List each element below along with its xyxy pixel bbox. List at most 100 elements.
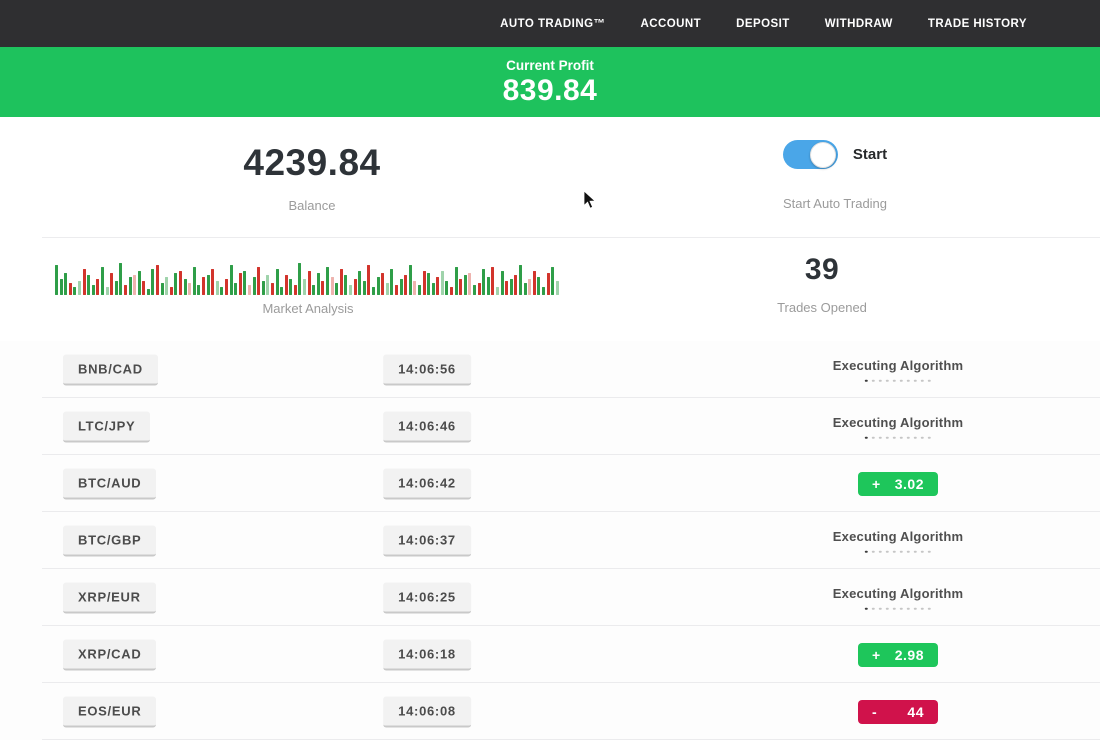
progress-dot xyxy=(886,607,889,610)
pair-chip[interactable]: BNB/CAD xyxy=(63,354,158,385)
trades-opened-value: 39 xyxy=(672,253,972,287)
progress-dot xyxy=(921,607,924,610)
pair-chip[interactable]: BTC/AUD xyxy=(63,468,156,499)
market-bar xyxy=(514,275,517,295)
market-bar xyxy=(69,283,72,295)
market-bar xyxy=(386,283,389,295)
progress-dot xyxy=(921,550,924,553)
progress-dots xyxy=(833,379,963,382)
market-bar xyxy=(174,273,177,295)
market-bar xyxy=(321,281,324,295)
progress-dot xyxy=(914,550,917,553)
balance-value: 4239.84 xyxy=(112,142,512,184)
badge-sign: - xyxy=(872,704,877,720)
time-chip[interactable]: 14:06:18 xyxy=(383,639,471,670)
progress-dot xyxy=(914,607,917,610)
market-bar xyxy=(115,281,118,295)
progress-dot xyxy=(893,436,896,439)
time-chip[interactable]: 14:06:25 xyxy=(383,582,471,613)
trades-opened-block: 39 Trades Opened xyxy=(672,253,972,315)
market-bar xyxy=(331,277,334,295)
market-bar xyxy=(211,269,214,295)
app-screen: AUTO TRADING™ ACCOUNT DEPOSIT WITHDRAW TRADE… xyxy=(0,0,1100,742)
market-bar xyxy=(156,265,159,295)
status-cell: Executing Algorithm xyxy=(833,414,963,439)
market-bar xyxy=(340,269,343,295)
executing-algorithm-label: Executing Algorithm xyxy=(833,357,963,372)
nav-item-withdraw[interactable]: WITHDRAW xyxy=(825,18,893,30)
market-bar xyxy=(151,269,154,295)
market-bar xyxy=(73,287,76,295)
market-bar xyxy=(349,285,352,295)
market-bar xyxy=(276,269,279,295)
executing-algorithm-label: Executing Algorithm xyxy=(833,528,963,543)
market-bar xyxy=(101,267,104,295)
progress-dot xyxy=(893,607,896,610)
market-bar xyxy=(197,285,200,295)
market-bar xyxy=(262,281,265,295)
market-bar xyxy=(482,269,485,295)
market-bar xyxy=(542,287,545,295)
market-bar xyxy=(418,285,421,295)
badge-amount: 3.02 xyxy=(895,476,924,492)
market-bar xyxy=(289,279,292,295)
market-bar xyxy=(354,279,357,295)
market-bar xyxy=(390,269,393,295)
nav-item-deposit[interactable]: DEPOSIT xyxy=(736,18,790,30)
market-bar xyxy=(547,273,550,295)
progress-dot xyxy=(928,379,931,382)
status-cell: Executing Algorithm xyxy=(833,585,963,610)
badge-amount: 2.98 xyxy=(895,647,924,663)
pair-chip[interactable]: LTC/JPY xyxy=(63,411,150,442)
market-bar xyxy=(372,287,375,295)
loss-badge: -44 xyxy=(858,700,938,724)
auto-trading-toggle[interactable] xyxy=(783,140,838,169)
market-bar xyxy=(179,271,182,295)
time-chip[interactable]: 14:06:42 xyxy=(383,468,471,499)
market-bar xyxy=(285,275,288,295)
nav-item-auto-trading[interactable]: AUTO TRADING™ xyxy=(500,18,605,30)
progress-dot xyxy=(921,379,924,382)
time-chip[interactable]: 14:06:08 xyxy=(383,696,471,727)
top-navbar: AUTO TRADING™ ACCOUNT DEPOSIT WITHDRAW TRADE… xyxy=(0,0,1100,47)
market-bar xyxy=(202,277,205,295)
progress-dot xyxy=(893,379,896,382)
market-bar xyxy=(248,285,251,295)
progress-dot xyxy=(886,379,889,382)
current-profit-label: Current Profit xyxy=(0,47,1100,73)
market-bar xyxy=(220,287,223,295)
market-bar xyxy=(473,285,476,295)
market-bar xyxy=(551,267,554,295)
market-bar xyxy=(257,267,260,295)
progress-dot xyxy=(879,436,882,439)
market-bar xyxy=(404,275,407,295)
progress-dot xyxy=(907,436,910,439)
market-bar xyxy=(491,267,494,295)
toggle-knob xyxy=(810,142,836,168)
pair-chip[interactable]: XRP/CAD xyxy=(63,639,156,670)
market-bar xyxy=(193,267,196,295)
market-bar xyxy=(234,283,237,295)
pair-chip[interactable]: XRP/EUR xyxy=(63,582,156,613)
pair-chip[interactable]: BTC/GBP xyxy=(63,525,156,556)
market-bar xyxy=(216,281,219,295)
market-bar xyxy=(147,289,150,295)
market-bar xyxy=(464,275,467,295)
balance-label: Balance xyxy=(112,198,512,213)
market-bar xyxy=(138,271,141,295)
progress-dot xyxy=(865,550,868,553)
market-bar xyxy=(510,279,513,295)
market-bar xyxy=(413,281,416,295)
market-bar xyxy=(239,273,242,295)
nav-item-trade-history[interactable]: TRADE HISTORY xyxy=(928,18,1027,30)
time-chip[interactable]: 14:06:46 xyxy=(383,411,471,442)
nav-item-account[interactable]: ACCOUNT xyxy=(640,18,701,30)
market-bar xyxy=(298,263,301,295)
pair-chip[interactable]: EOS/EUR xyxy=(63,696,156,727)
balance-block: 4239.84 Balance xyxy=(112,142,512,213)
time-chip[interactable]: 14:06:56 xyxy=(383,354,471,385)
market-bar xyxy=(427,273,430,295)
time-chip[interactable]: 14:06:37 xyxy=(383,525,471,556)
market-bar xyxy=(124,285,127,295)
market-bar xyxy=(317,273,320,295)
